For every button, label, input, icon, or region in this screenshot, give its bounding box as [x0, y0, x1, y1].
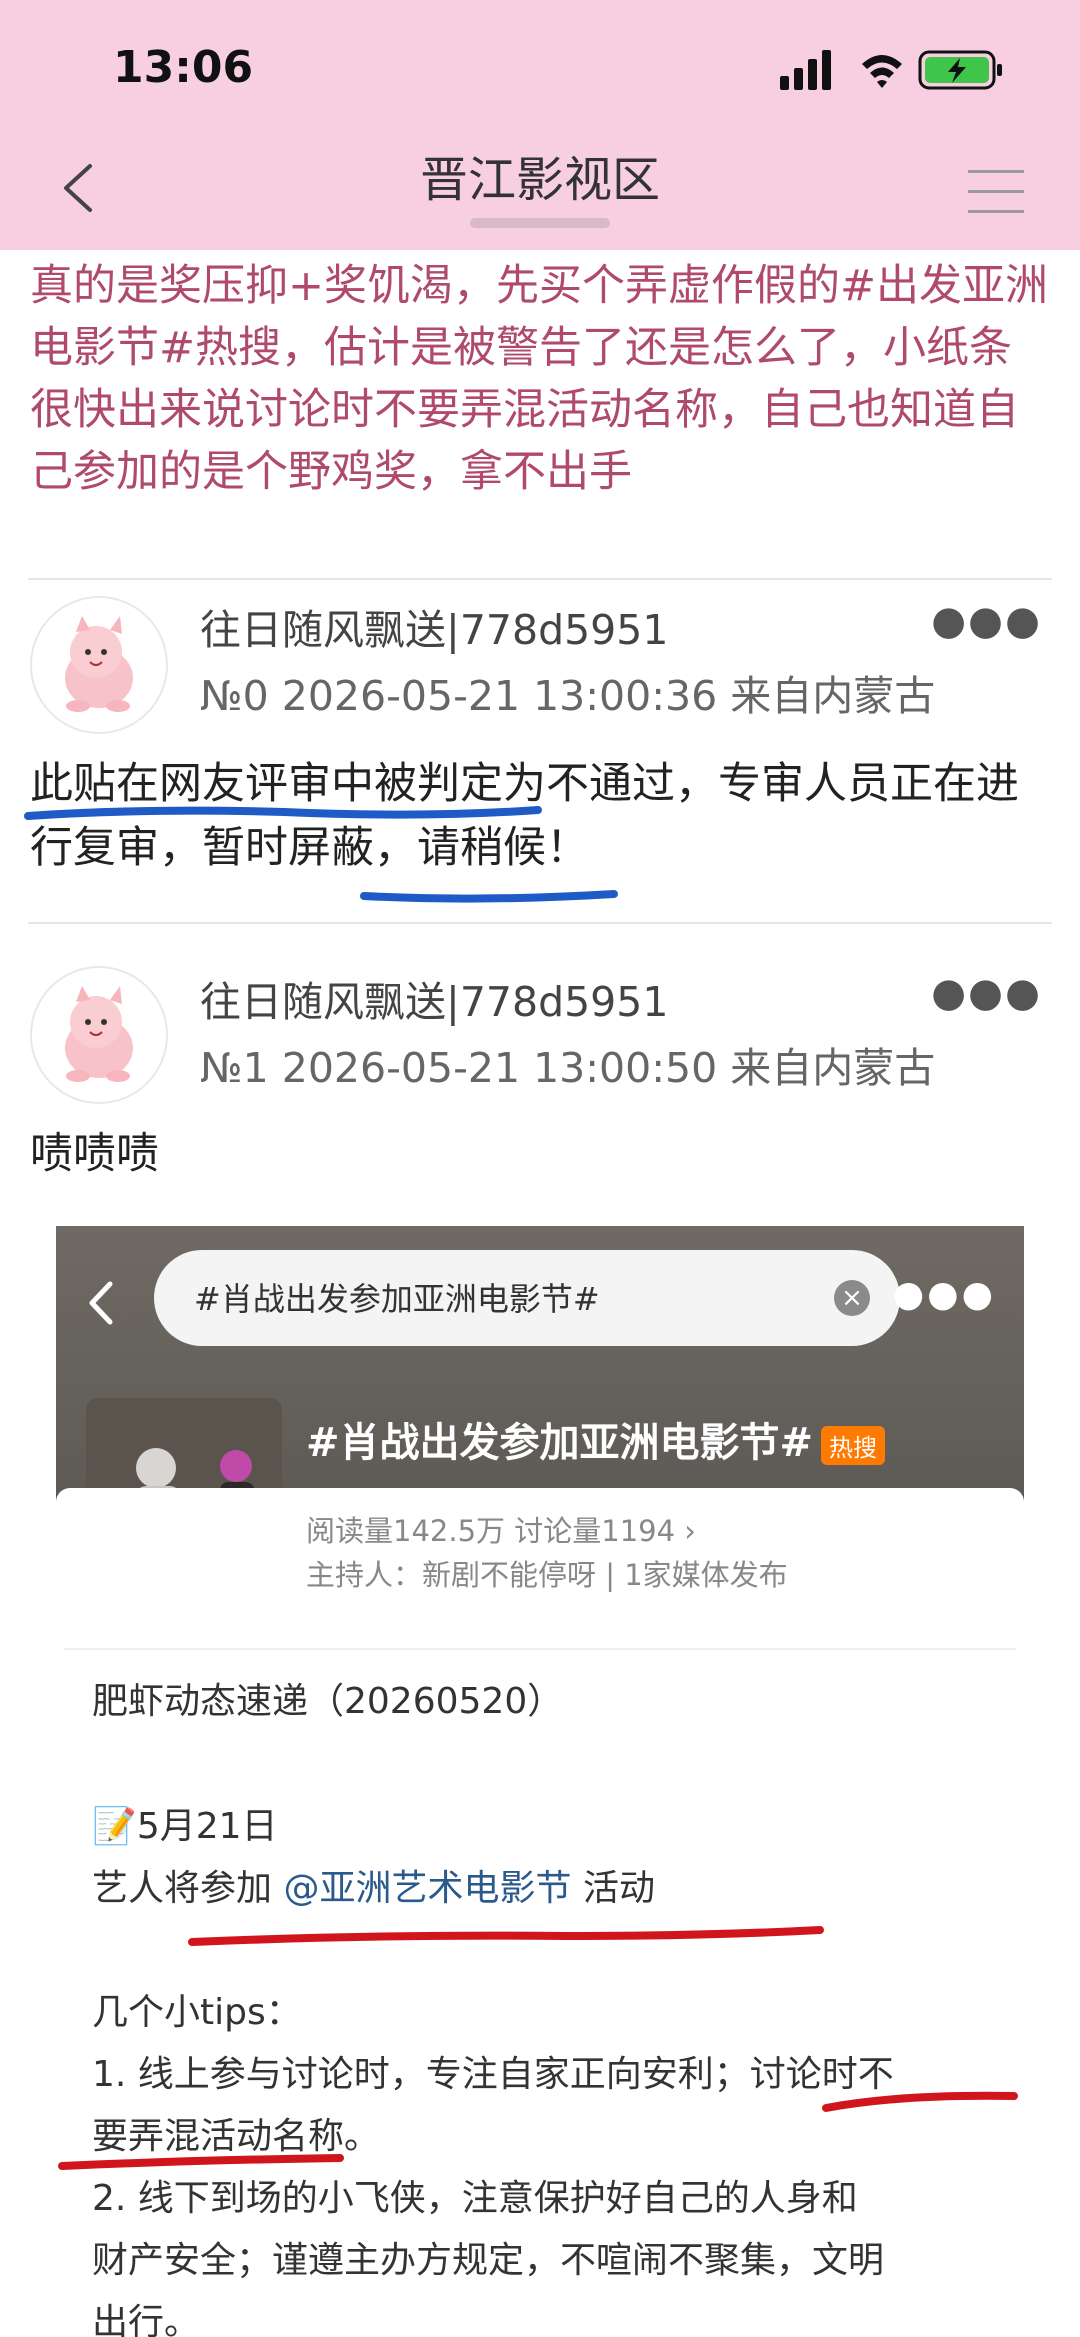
username[interactable]: 往日随风飘送|778d5951 [200, 596, 668, 656]
avatar[interactable] [30, 596, 168, 734]
back-arrow-icon [89, 1281, 113, 1325]
embed-line: 2. 线下到场的小飞侠，注意保护好自己的人身和 [92, 2178, 858, 2219]
blue-underline-mark [24, 806, 542, 820]
reply-meta: №0 2026-05-21 13:00:36 来自内蒙古 [200, 672, 936, 720]
clefairy-avatar-image [65, 986, 133, 1082]
status-bar: 13:06 [0, 0, 1080, 120]
embedded-search-bar: #肖战出发参加亚洲电影节# × [154, 1250, 900, 1346]
status-time: 13:06 [113, 42, 254, 93]
avatar[interactable] [30, 966, 168, 1104]
red-underline-mark [822, 2091, 1018, 2112]
embed-line: 1. 线上参与讨论时，专注自家正向安利；讨论时不 [92, 2054, 894, 2095]
embed-line: 几个小tips： [92, 1992, 302, 2033]
reply-text: 啧啧啧 [30, 1129, 159, 1179]
divider [64, 1648, 1016, 1650]
post-body: 真的是奖压抑+奖饥渴，先买个弄虚作假的#出发亚洲电影节#热搜，估计是被警告了还是… [30, 261, 1049, 497]
reply-meta: №1 2026-05-21 13:00:50 来自内蒙古 [200, 1044, 936, 1092]
embed-line: 📝5月21日 [92, 1806, 278, 1847]
search-text: #肖战出发参加亚洲电影节# [194, 1280, 600, 1318]
clefairy-avatar-image [65, 616, 133, 712]
username[interactable]: 往日随风飘送|778d5951 [200, 968, 668, 1028]
more-options-icon: ●●● [892, 1274, 996, 1315]
divider [28, 922, 1052, 924]
embed-line: 肥虾动态速递（20260520） [92, 1681, 564, 1722]
status-icons [780, 50, 1002, 90]
nav-bar: 晋江影视区 [0, 120, 1080, 250]
page-title: 晋江影视区 [419, 152, 660, 208]
embedded-screenshot: #肖战出发参加亚洲电影节# × ●●● #肖战出发参加亚洲电影节# 热搜 阅读量1… [56, 1226, 1024, 2337]
embed-line: 出行。 [92, 2302, 201, 2337]
divider [28, 578, 1052, 580]
more-options-icon[interactable]: ●●● [931, 598, 1042, 644]
embed-line: 艺人将参加 @亚洲艺术电影节 活动 [92, 1868, 655, 1909]
wifi-icon [862, 55, 902, 88]
embed-line: 财产安全；谨遵主办方规定，不喧闹不聚集，文明 [92, 2240, 885, 2281]
topic-host: 主持人：新剧不能停呀 | 1家媒体发布 [306, 1558, 788, 1592]
clear-icon: × [834, 1280, 870, 1316]
battery-icon [918, 50, 1002, 90]
menu-icon[interactable] [968, 170, 1024, 216]
more-options-icon[interactable]: ●●● [931, 970, 1042, 1016]
blurred-subtitle [470, 218, 610, 228]
signal-icon [780, 50, 831, 90]
topic-stats: 阅读量142.5万 讨论量1194 › [306, 1514, 696, 1548]
topic-info-card: 阅读量142.5万 讨论量1194 › 主持人：新剧不能停呀 | 1家媒体发布 [56, 1488, 1024, 1614]
hot-badge: 热搜 [821, 1425, 886, 1465]
topic-title: #肖战出发参加亚洲电影节# 热搜 [306, 1410, 886, 1468]
blue-underline-mark [360, 890, 618, 903]
red-underline-mark [188, 1926, 824, 1946]
